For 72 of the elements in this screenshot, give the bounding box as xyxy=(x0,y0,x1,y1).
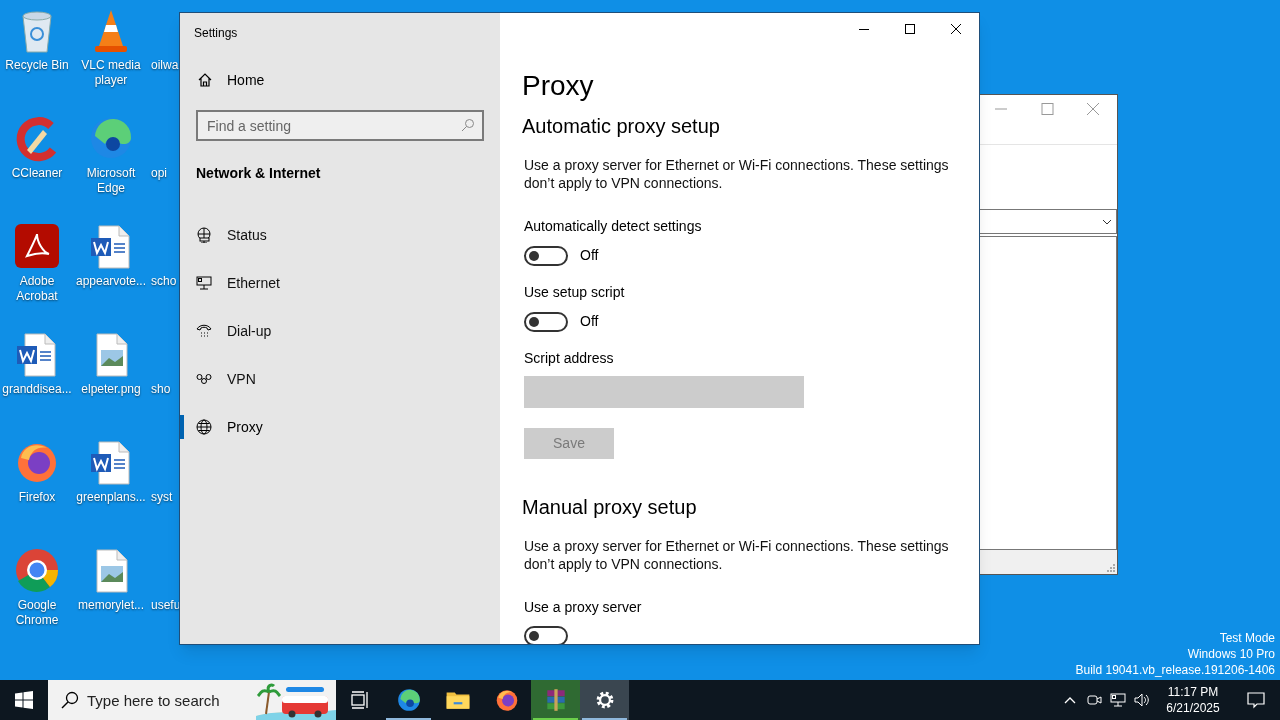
nav-item[interactable]: Status xyxy=(180,211,500,259)
window-title: Settings xyxy=(193,25,239,42)
section-heading: Automatic proxy setup xyxy=(522,114,721,139)
task-view-icon xyxy=(350,691,370,709)
desktop-icon-label[interactable]: scho xyxy=(151,274,177,289)
taskbar-app-button[interactable] xyxy=(580,680,629,720)
volume-icon xyxy=(1134,692,1150,708)
monitor-network-icon xyxy=(196,275,212,291)
toggle-switch[interactable] xyxy=(524,626,568,644)
home-link[interactable]: Home xyxy=(180,59,500,101)
vpn-link-icon xyxy=(196,371,212,387)
search-field[interactable]: Type here to search xyxy=(48,680,256,720)
selection-indicator xyxy=(180,415,184,439)
search-icon xyxy=(61,691,79,709)
running-indicator xyxy=(533,718,578,720)
desktop-icon-label[interactable]: oilwa xyxy=(151,58,179,73)
desktop-icon-label[interactable]: Recycle Bin xyxy=(0,58,75,73)
toggle-state-text: Off xyxy=(580,246,599,265)
circle-logo-icon[interactable] xyxy=(13,546,61,594)
desktop-icon-label[interactable]: sho xyxy=(151,382,171,397)
system-watermark-text: Build 19041.vb_release.191206-1406 xyxy=(1075,662,1275,678)
page-title: Proxy xyxy=(522,69,595,103)
search-field[interactable]: Find a setting xyxy=(196,110,484,141)
close-icon xyxy=(951,24,961,34)
search-icon xyxy=(461,118,475,132)
resize-grip-icon[interactable] xyxy=(1107,564,1115,572)
desktop-icon-label[interactable]: opi xyxy=(151,166,167,181)
description-text: Use a proxy server for Ethernet or Wi-Fi connections. These settings don’t apply to VPN connections. xyxy=(524,156,950,192)
system-watermark-text: Test Mode xyxy=(1219,630,1275,646)
setting-label: Automatically detect settings xyxy=(524,217,703,235)
camera-icon xyxy=(1086,692,1102,708)
clock-button[interactable]: 11:17 PM 6/21/2025 xyxy=(1154,680,1232,720)
toggle-switch[interactable] xyxy=(524,311,568,332)
setting-label: Script address xyxy=(524,349,615,367)
nav-item[interactable]: Proxy xyxy=(180,403,500,451)
desktop-icon-label[interactable]: syst xyxy=(151,490,173,505)
desktop-icon-label[interactable]: appearvote... xyxy=(73,274,149,289)
desktop-icon-label[interactable]: Adobe Acrobat xyxy=(0,274,75,304)
home-icon xyxy=(197,72,213,88)
network-icon xyxy=(1110,692,1126,708)
description-text: Use a proxy server for Ethernet or Wi-Fi connections. These settings don’t apply to VPN connections. xyxy=(524,537,950,573)
setting-label: Use a proxy server xyxy=(524,598,643,616)
document-logo-icon[interactable] xyxy=(13,222,61,270)
maximize-icon xyxy=(905,24,915,34)
desktop-icon-label[interactable]: CCleaner xyxy=(0,166,75,181)
toggle-switch[interactable] xyxy=(524,245,568,266)
desktop-icon-label[interactable]: Firefox xyxy=(0,490,75,505)
desktop-icon-label[interactable]: Microsoft Edge xyxy=(73,166,149,196)
message-icon xyxy=(1247,691,1265,709)
toggle-state-text: Off xyxy=(580,312,599,331)
desktop-icon-label[interactable]: Google Chrome xyxy=(0,598,75,628)
nav-item[interactable]: VPN xyxy=(180,355,500,403)
windows-logo-icon xyxy=(15,691,33,709)
setting-label: Use setup script xyxy=(524,283,626,301)
desktop-icon-label[interactable]: usefu xyxy=(151,598,181,613)
desktop-icon-label[interactable]: memorylet... xyxy=(73,598,149,613)
nav-item[interactable]: Dial-up xyxy=(180,307,500,355)
running-indicator xyxy=(386,718,431,720)
chevron-down-icon xyxy=(1102,218,1112,225)
globe-icon xyxy=(196,419,212,435)
desktop-icon-label[interactable]: greenplans... xyxy=(73,490,149,505)
nav-item[interactable]: Ethernet xyxy=(180,259,500,307)
running-indicator xyxy=(582,718,627,720)
desktop-icon-label[interactable]: elpeter.png xyxy=(73,382,149,397)
section-heading: Network & Internet xyxy=(195,164,322,183)
system-watermark-text: Windows 10 Pro xyxy=(1187,646,1275,662)
phone-icon xyxy=(196,323,212,339)
desktop-icon-label[interactable]: VLC media player xyxy=(73,58,149,88)
section-heading: Manual proxy setup xyxy=(522,495,698,520)
globe-monitor-icon xyxy=(196,227,212,243)
desktop-icon-label[interactable]: granddisea... xyxy=(0,382,75,397)
swirl-logo-icon xyxy=(395,687,422,713)
